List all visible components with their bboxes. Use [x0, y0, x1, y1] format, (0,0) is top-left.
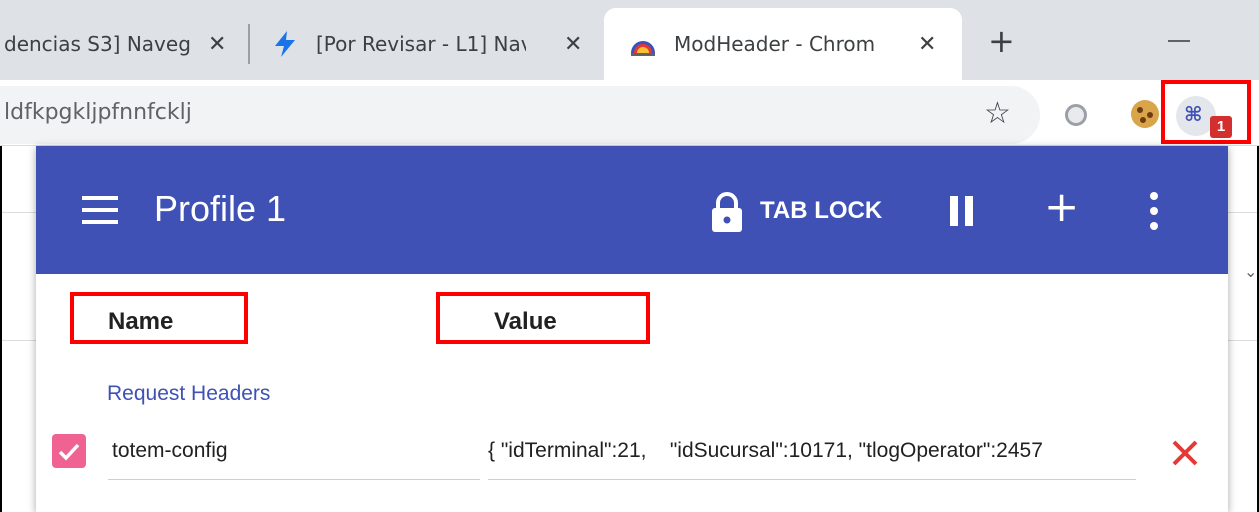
modheader-favicon-icon — [631, 41, 655, 56]
page-divider — [0, 212, 36, 213]
minimize-button[interactable] — [1168, 40, 1190, 42]
window-border — [0, 146, 2, 512]
page-divider — [0, 340, 36, 341]
chevron-down-icon[interactable]: ⌄ — [1244, 262, 1257, 281]
cookie-icon[interactable] — [1131, 100, 1159, 128]
highlight-box-extension — [1161, 80, 1251, 144]
delete-icon[interactable] — [1170, 438, 1200, 468]
tab-title: [Por Revisar - L1] Nav — [316, 32, 526, 56]
star-icon[interactable]: ☆ — [984, 96, 1011, 131]
menu-icon[interactable] — [82, 196, 118, 224]
header-enabled-checkbox[interactable] — [52, 434, 86, 468]
more-vert-icon[interactable] — [1150, 192, 1160, 230]
browser-tab-2[interactable]: [Por Revisar - L1] Nav — [272, 8, 592, 80]
new-tab-button[interactable]: + — [988, 22, 1015, 60]
tab-title: ModHeader - Chrome — [674, 32, 874, 56]
browser-tab-3[interactable]: ModHeader - Chrome — [628, 8, 928, 80]
page-divider — [1228, 212, 1259, 213]
header-value-input[interactable]: { "idTerminal":21, "idSucursal":10171, "… — [488, 430, 1136, 480]
highlight-box-value — [436, 292, 650, 344]
tab-close-icon[interactable]: ✕ — [208, 32, 226, 57]
circle-extension-icon[interactable] — [1065, 104, 1087, 126]
tab-close-icon[interactable]: ✕ — [918, 32, 936, 57]
lock-icon[interactable] — [710, 192, 744, 232]
page-divider — [1228, 340, 1259, 341]
pause-icon[interactable] — [950, 196, 974, 226]
lightning-icon — [275, 31, 295, 57]
add-icon[interactable]: + — [1044, 182, 1079, 231]
section-label-request-headers: Request Headers — [107, 382, 271, 405]
header-name-input[interactable]: totem-config — [108, 430, 480, 480]
profile-title: Profile 1 — [154, 188, 287, 229]
tab-separator — [248, 24, 250, 64]
check-icon — [58, 443, 80, 461]
url-text[interactable]: ldfkpgkljpfnnfcklj — [4, 100, 192, 125]
tab-title: dencias S3] Naveg — [4, 32, 191, 56]
tab-lock-button[interactable]: TAB LOCK — [760, 197, 882, 225]
tab-close-icon[interactable]: ✕ — [564, 32, 582, 57]
highlight-box-name — [70, 292, 248, 344]
